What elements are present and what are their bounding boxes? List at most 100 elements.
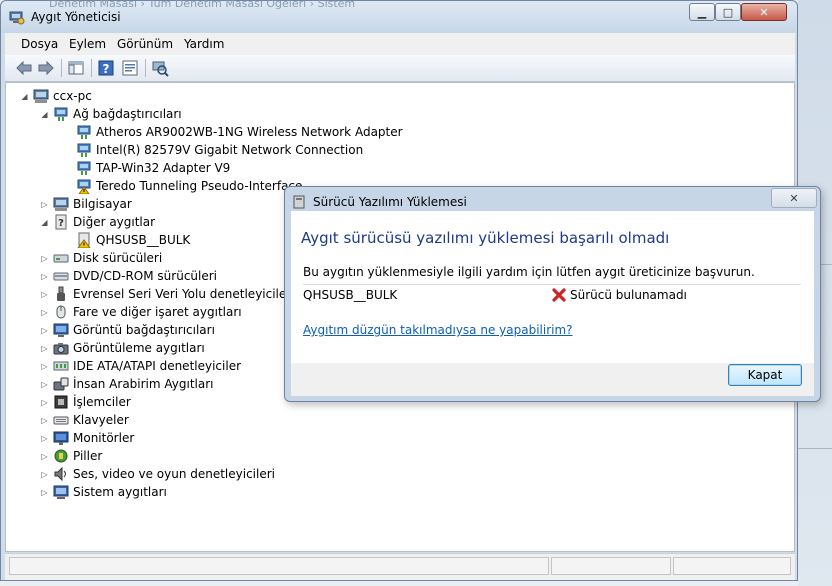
tree-label-hid: İnsan Arabirim Aygıtları <box>73 377 214 391</box>
expand-arrow-icon[interactable]: ▷ <box>40 200 49 209</box>
maximize-icon: □ <box>722 5 734 19</box>
tree-label-processors: İşlemciler <box>73 395 131 409</box>
expand-arrow-icon[interactable]: ▷ <box>40 272 49 281</box>
device-atheros[interactable]: Atheros AR9002WB-1NG Wireless Network Ad… <box>76 123 403 141</box>
close-dialog-button[interactable]: Kapat <box>728 364 802 386</box>
tree-root[interactable]: ◢ ccx-pc <box>20 87 92 105</box>
tree-label-tap: TAP-Win32 Adapter V9 <box>96 161 231 175</box>
collapse-arrow-icon[interactable]: ◢ <box>20 92 29 101</box>
title-bar[interactable]: Denetim Masası › Tüm Denetim Masası Öğel… <box>1 0 797 33</box>
dvd-drive-icon <box>53 272 69 281</box>
tree-label-batteries: Piller <box>73 449 103 463</box>
computer-icon <box>53 197 69 211</box>
expand-arrow-icon[interactable]: ▷ <box>40 362 49 371</box>
forward-arrow-icon[interactable] <box>37 59 55 77</box>
category-other-devices[interactable]: ◢ ? Diğer aygıtlar <box>40 213 155 231</box>
category-ide-controllers[interactable]: ▷ IDE ATA/ATAPI denetleyiciler <box>40 357 241 375</box>
hid-icon <box>53 377 69 391</box>
device-teredo[interactable]: Teredo Tunneling Pseudo-Interface <box>76 177 302 195</box>
status-pane-3 <box>673 557 791 575</box>
driver-package-icon <box>293 195 305 209</box>
category-hid[interactable]: ▷ İnsan Arabirim Aygıtları <box>40 375 214 393</box>
help-icon[interactable]: ? <box>97 59 115 77</box>
close-button[interactable]: ✕ <box>741 3 787 21</box>
properties-icon[interactable] <box>121 59 139 77</box>
battery-icon <box>54 449 68 463</box>
tree-label-ide-controllers: IDE ATA/ATAPI denetleyiciler <box>73 359 242 373</box>
device-tap[interactable]: TAP-Win32 Adapter V9 <box>76 159 230 177</box>
window-title: Aygıt Yöneticisi <box>31 10 121 24</box>
tree-label-intel: Intel(R) 82579V Gigabit Network Connecti… <box>96 143 364 157</box>
device-intel[interactable]: Intel(R) 82579V Gigabit Network Connecti… <box>76 141 363 159</box>
network-adapter-icon <box>77 125 91 139</box>
category-processors[interactable]: ▷ İşlemciler <box>40 393 131 411</box>
category-batteries[interactable]: ▷ Piller <box>40 447 102 465</box>
category-monitors[interactable]: ▷ Monitörler <box>40 429 134 447</box>
tree-label-qhsusb: QHSUSB__BULK <box>96 233 191 247</box>
driver-status-text: Sürücü bulunamadı <box>570 288 687 302</box>
tree-label-teredo: Teredo Tunneling Pseudo-Interface <box>96 179 303 193</box>
device-qhsusb[interactable]: QHSUSB__BULK <box>76 231 190 249</box>
collapse-arrow-icon[interactable]: ◢ <box>40 110 49 119</box>
category-mice[interactable]: ▷ Fare ve diğer işaret aygıtları <box>40 303 241 321</box>
expand-arrow-icon[interactable]: ▷ <box>40 380 49 389</box>
category-usb-controllers[interactable]: ▷ Evrensel Seri Veri Yolu denetleyiciler… <box>40 285 295 303</box>
driver-install-dialog: Sürücü Yazılımı Yüklemesi ✕ Aygıt sürücü… <box>284 186 821 402</box>
expand-arrow-icon[interactable]: ▷ <box>40 488 49 497</box>
mouse-icon <box>56 305 66 319</box>
dialog-close-button[interactable]: ✕ <box>771 188 817 208</box>
expand-arrow-icon[interactable]: ▷ <box>40 344 49 353</box>
category-network-adapters[interactable]: ◢ Ağ bağdaştırıcıları <box>40 105 182 123</box>
category-computer[interactable]: ▷ Bilgisayar <box>40 195 132 213</box>
dialog-body: Aygıt sürücüsü yazılımı yüklemesi başarı… <box>291 211 814 363</box>
menu-eylem[interactable]: Eylem <box>69 37 106 51</box>
tree-label-atheros: Atheros AR9002WB-1NG Wireless Network Ad… <box>96 125 403 139</box>
expand-arrow-icon[interactable]: ▷ <box>40 434 49 443</box>
error-x-icon <box>552 288 566 302</box>
expand-arrow-icon[interactable]: ▷ <box>40 470 49 479</box>
category-disk-drives[interactable]: ▷ Disk sürücüleri <box>40 249 162 267</box>
failed-device-name: QHSUSB__BULK <box>303 288 398 302</box>
network-adapter-icon <box>77 143 91 157</box>
show-hide-tree-icon[interactable] <box>67 59 85 77</box>
tree-label-dvd-drives: DVD/CD-ROM sürücüleri <box>73 269 218 283</box>
scan-hardware-icon[interactable] <box>151 59 169 77</box>
expand-arrow-icon[interactable]: ▷ <box>40 326 49 335</box>
processor-icon <box>54 395 68 409</box>
category-system-devices[interactable]: ▷ Sistem aygıtları <box>40 483 167 501</box>
minimize-button[interactable]: ▁ <box>689 3 715 21</box>
svg-text:?: ? <box>58 218 64 229</box>
expand-arrow-icon[interactable]: ▷ <box>40 308 49 317</box>
keyboard-icon <box>53 416 69 425</box>
expand-arrow-icon[interactable]: ▷ <box>40 416 49 425</box>
monitor-icon <box>53 431 69 445</box>
tree-label-network-adapters: Ağ bağdaştırıcıları <box>73 107 182 121</box>
tree-label-keyboards: Klavyeler <box>73 413 129 427</box>
ide-controller-icon <box>53 361 69 371</box>
category-keyboards[interactable]: ▷ Klavyeler <box>40 411 129 429</box>
menu-gorunum[interactable]: Görünüm <box>117 37 173 51</box>
back-arrow-icon[interactable] <box>15 59 33 77</box>
category-dvd-drives[interactable]: ▷ DVD/CD-ROM sürücüleri <box>40 267 217 285</box>
expand-arrow-icon[interactable]: ▷ <box>40 452 49 461</box>
status-pane-2 <box>551 557 671 575</box>
expand-arrow-icon[interactable]: ▷ <box>40 290 49 299</box>
expand-arrow-icon[interactable]: ▷ <box>40 254 49 263</box>
help-link[interactable]: Aygıtım düzgün takılmadıysa ne yapabilir… <box>303 323 573 337</box>
system-device-icon <box>53 485 69 499</box>
maximize-button[interactable]: □ <box>715 3 741 21</box>
dialog-heading: Aygıt sürücüsü yazılımı yüklemesi başarı… <box>301 229 670 247</box>
dialog-title: Sürücü Yazılımı Yüklemesi <box>313 195 467 209</box>
menu-yardim[interactable]: Yardım <box>184 37 224 51</box>
network-adapter-icon <box>54 107 68 121</box>
usb-icon <box>57 286 65 301</box>
menu-dosya[interactable]: Dosya <box>21 37 58 51</box>
collapse-arrow-icon[interactable]: ◢ <box>40 218 49 227</box>
close-icon: ✕ <box>789 191 799 205</box>
expand-arrow-icon[interactable]: ▷ <box>40 398 49 407</box>
category-display-adapters[interactable]: ▷ Görüntü bağdaştırıcıları <box>40 321 215 339</box>
category-imaging-devices[interactable]: ▷ Görüntüleme aygıtları <box>40 339 204 357</box>
tree-label-other-devices: Diğer aygıtlar <box>73 215 156 229</box>
category-sound[interactable]: ▷ Ses, video ve oyun denetleyicileri <box>40 465 275 483</box>
computer-icon <box>33 89 49 103</box>
